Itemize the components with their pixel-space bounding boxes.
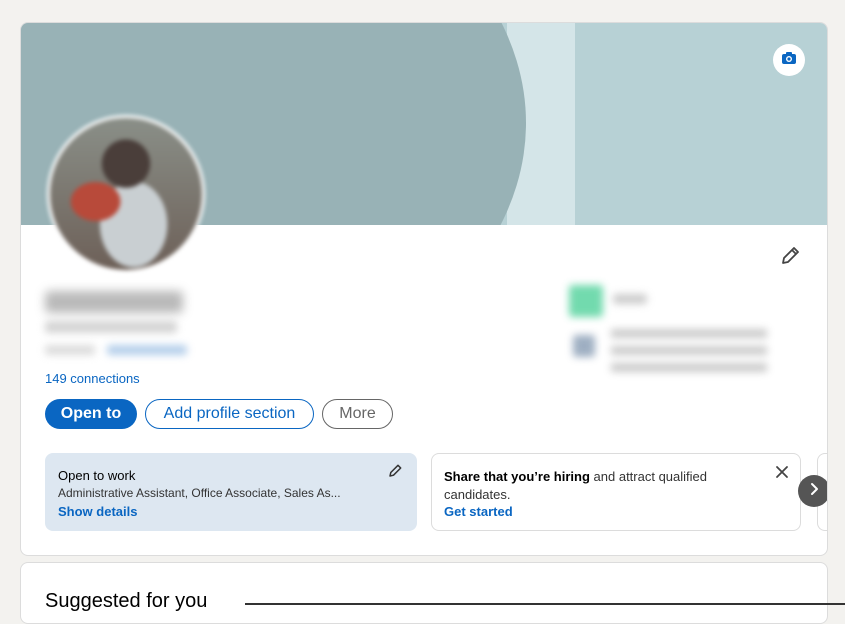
camera-icon (781, 50, 797, 71)
dismiss-hiring-button[interactable] (772, 464, 792, 484)
edit-banner-button[interactable] (773, 44, 805, 76)
open-to-work-roles: Administrative Assistant, Office Associa… (58, 486, 341, 500)
chevron-right-icon (808, 482, 820, 501)
profile-location-redacted (45, 345, 95, 355)
hiring-message-strong: Share that you’re hiring (444, 469, 590, 484)
profile-name-redacted (45, 291, 183, 313)
profile-card: 149 connections Open to Add profile sect… (20, 22, 828, 556)
company-logo-redacted (569, 285, 603, 317)
edit-open-to-work-button[interactable] (386, 464, 404, 482)
get-started-link[interactable]: Get started (444, 504, 513, 519)
open-to-button[interactable]: Open to (45, 399, 137, 429)
suggested-card: Suggested for you (20, 562, 828, 624)
school-name-redacted (611, 329, 767, 375)
add-profile-section-button[interactable]: Add profile section (145, 399, 314, 429)
contact-info-link-redacted[interactable] (107, 345, 187, 355)
open-to-work-title: Open to work (58, 468, 136, 483)
hiring-message: Share that you’re hiring and attract qua… (444, 468, 744, 504)
pencil-icon (387, 463, 403, 484)
close-icon (775, 465, 789, 484)
company-name-redacted (613, 294, 647, 304)
carousel-next-button[interactable] (798, 475, 827, 507)
profile-headline-redacted (45, 321, 177, 333)
more-button[interactable]: More (322, 399, 393, 429)
edit-intro-button[interactable] (777, 245, 803, 271)
open-to-work-card: Open to work Administrative Assistant, O… (45, 453, 417, 531)
suggested-title: Suggested for you (45, 590, 208, 612)
show-details-link[interactable]: Show details (58, 504, 137, 519)
school-logo-redacted (573, 335, 595, 357)
profile-photo[interactable] (47, 115, 205, 273)
pencil-icon (779, 245, 801, 272)
hiring-card: Share that you’re hiring and attract qua… (431, 453, 801, 531)
connections-link[interactable]: 149 connections (45, 371, 140, 386)
